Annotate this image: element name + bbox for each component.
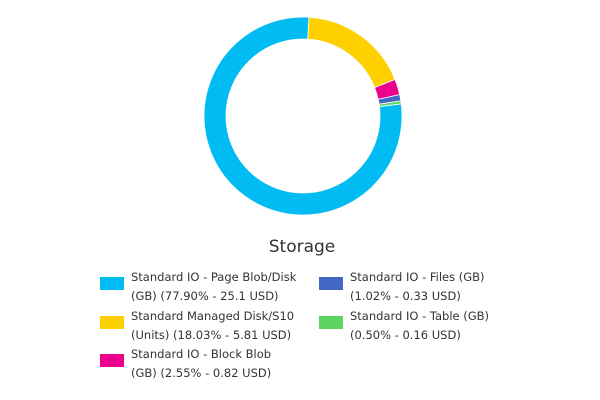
donut-chart <box>203 16 403 216</box>
legend-item-page-blob[interactable]: Standard IO - Page Blob/Disk (GB) (77.90… <box>100 268 296 305</box>
legend-swatch <box>100 316 124 329</box>
legend-swatch <box>100 277 124 290</box>
legend-swatch <box>319 316 343 329</box>
legend-item-block-blob[interactable]: Standard IO - Block Blob (GB) (2.55% - 0… <box>100 345 271 382</box>
legend-label: Standard IO - Block Blob (GB) (2.55% - 0… <box>131 347 272 380</box>
chart-title: Storage <box>268 237 336 257</box>
legend-item-files[interactable]: Standard IO - Files (GB) (1.02% - 0.33 U… <box>319 268 485 305</box>
legend-item-managed-disk[interactable]: Standard Managed Disk/S10 (Units) (18.03… <box>100 307 294 344</box>
legend-label: Standard IO - Files (GB) (1.02% - 0.33 U… <box>350 270 485 303</box>
chart-legend: Standard IO - Page Blob/Disk (GB) (77.90… <box>100 268 520 388</box>
slice-managed-disk[interactable] <box>307 16 396 89</box>
legend-swatch <box>100 354 124 367</box>
legend-label: Standard IO - Page Blob/Disk (GB) (77.90… <box>131 270 297 303</box>
legend-swatch <box>319 277 343 290</box>
legend-label: Standard IO - Table (GB) (0.50% - 0.16 U… <box>350 309 490 342</box>
legend-item-table[interactable]: Standard IO - Table (GB) (0.50% - 0.16 U… <box>319 307 489 344</box>
legend-label: Standard Managed Disk/S10 (Units) (18.03… <box>131 309 295 342</box>
